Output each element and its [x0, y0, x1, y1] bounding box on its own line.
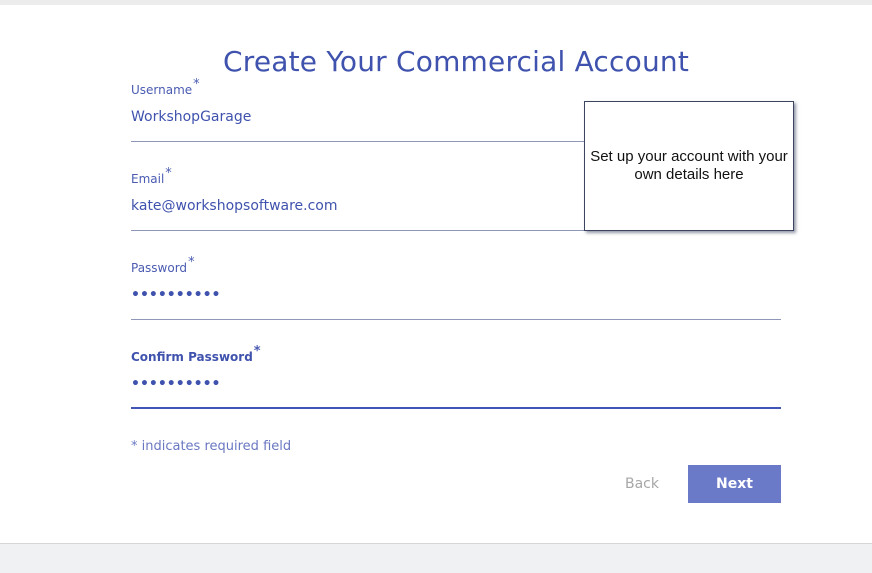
back-button[interactable]: Back — [610, 466, 674, 502]
password-required-marker: * — [188, 255, 195, 270]
required-field-note: * indicates required field — [131, 439, 292, 454]
form-card: Create Your Commercial Account Username*… — [0, 5, 872, 544]
username-label-text: Username — [131, 83, 193, 97]
username-label: Username* — [131, 77, 200, 98]
username-required-marker: * — [193, 77, 200, 92]
password-label: Password* — [131, 255, 195, 276]
confirm-password-label: Confirm Password* — [131, 344, 261, 365]
email-label: Email* — [131, 166, 172, 187]
confirm-password-underline — [131, 407, 781, 409]
bottom-strip — [0, 544, 872, 573]
next-button[interactable]: Next — [688, 465, 781, 503]
email-label-text: Email — [131, 172, 165, 186]
password-input[interactable] — [131, 284, 781, 306]
tooltip-callout-text: Set up your account with your own detail… — [590, 148, 788, 183]
confirm-password-input[interactable] — [131, 373, 781, 395]
confirm-password-required-marker: * — [253, 344, 261, 359]
tooltip-callout: Set up your account with your own detail… — [584, 101, 794, 231]
password-label-text: Password — [131, 261, 188, 275]
password-underline — [131, 319, 781, 320]
email-required-marker: * — [165, 166, 172, 181]
confirm-password-label-text: Confirm Password — [131, 350, 253, 364]
page-title: Create Your Commercial Account — [222, 45, 690, 78]
